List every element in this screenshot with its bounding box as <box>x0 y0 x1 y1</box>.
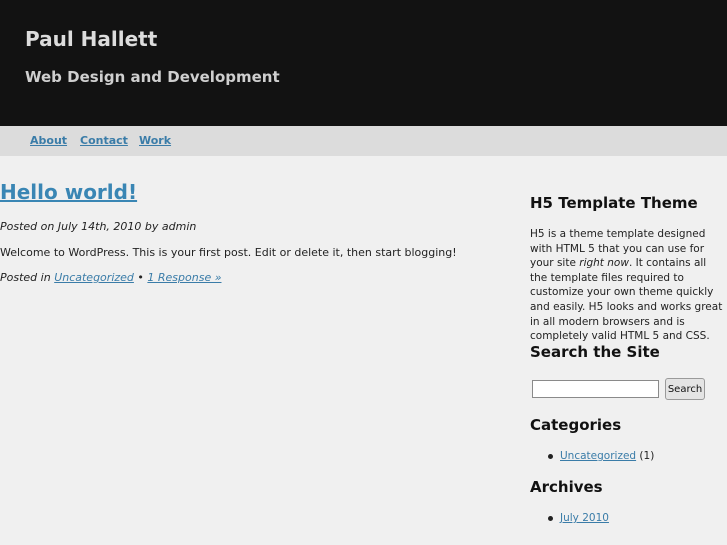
post-responses-link[interactable]: 1 Response » <box>147 271 221 284</box>
site-header: Paul Hallett Web Design and Development <box>0 0 727 126</box>
post-author: admin <box>161 220 197 233</box>
main-nav: About Contact Work <box>0 126 727 156</box>
nav-link-work[interactable]: Work <box>139 134 171 148</box>
category-link-uncategorized[interactable]: Uncategorized <box>560 450 636 462</box>
category-count: (1) <box>636 450 655 462</box>
post-category-link[interactable]: Uncategorized <box>54 271 134 284</box>
post-body: Welcome to WordPress. This is your first… <box>0 246 457 259</box>
search-widget-title: Search the Site <box>530 343 660 361</box>
categories-widget-title: Categories <box>530 416 622 434</box>
theme-widget-text: H5 is a theme template designed with HTM… <box>530 227 725 344</box>
site-title[interactable]: Paul Hallett <box>25 27 157 51</box>
nav-link-contact[interactable]: Contact <box>80 134 128 148</box>
post-footer: Posted in Uncategorized • 1 Response » <box>0 271 222 285</box>
post-meta: Posted on July 14th, 2010 by admin <box>0 220 196 234</box>
archive-link-july-2010[interactable]: July 2010 <box>560 512 609 524</box>
archives-widget-title: Archives <box>530 478 603 496</box>
bullet-icon <box>548 516 553 521</box>
post-title-link[interactable]: Hello world! <box>0 179 137 205</box>
list-item: Uncategorized (1) <box>548 449 654 463</box>
archives-list: July 2010 <box>548 511 609 525</box>
categories-list: Uncategorized (1) <box>548 449 654 463</box>
post-meta-by: by <box>141 220 162 233</box>
theme-text-emphasis: right now <box>579 257 629 270</box>
search-input[interactable] <box>532 380 659 398</box>
post-footer-prefix: Posted in <box>0 271 55 284</box>
post-footer-separator: • <box>133 271 148 284</box>
post-date: July 14th, 2010 <box>57 220 142 233</box>
theme-widget-title: H5 Template Theme <box>530 194 698 212</box>
post-meta-prefix: Posted on <box>0 220 58 233</box>
list-item: July 2010 <box>548 511 609 525</box>
nav-link-about[interactable]: About <box>30 134 67 148</box>
bullet-icon <box>548 454 553 459</box>
theme-text-part2: . It contains all the template files req… <box>530 257 723 343</box>
site-description: Web Design and Development <box>25 68 280 86</box>
search-button[interactable]: Search <box>665 378 705 400</box>
